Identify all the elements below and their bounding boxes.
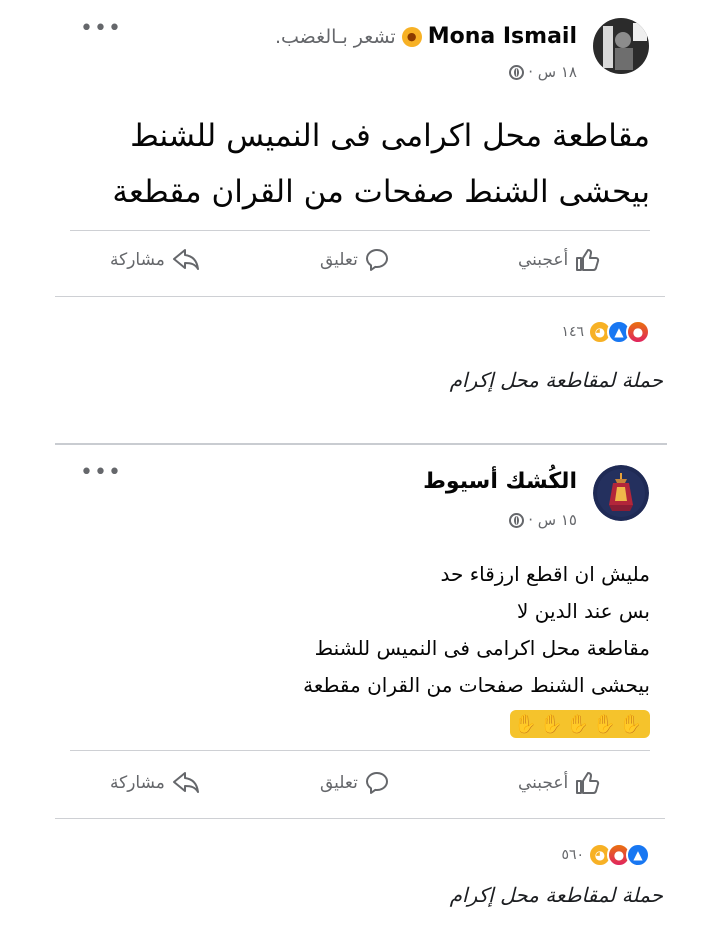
divider bbox=[70, 750, 650, 751]
more-options-icon[interactable]: ••• bbox=[80, 462, 122, 484]
comment-button[interactable]: تعليق bbox=[320, 247, 390, 273]
share-button[interactable]: مشاركة bbox=[110, 770, 201, 796]
post-line: مليش ان اقطع ارزقاء حد bbox=[440, 562, 650, 586]
author-name[interactable]: الكُشك أسيوط bbox=[423, 469, 577, 494]
post-line: مقاطعة محل اكرامى فى النميس للشنط bbox=[314, 636, 650, 660]
share-button[interactable]: مشاركة bbox=[110, 247, 201, 273]
globe-icon bbox=[509, 64, 525, 80]
divider bbox=[55, 818, 665, 819]
share-icon bbox=[172, 249, 199, 270]
caption-text: حملة لمقاطعة محل إكرام bbox=[449, 883, 663, 907]
angry-emoji-icon: ● bbox=[401, 26, 422, 47]
post-text: مليش ان اقطع ارزقاء حد بس عند الدين لا م… bbox=[50, 556, 650, 704]
author-name[interactable]: Mona Ismail bbox=[428, 24, 577, 49]
like-button[interactable]: أعجبني bbox=[518, 247, 600, 273]
reactions-summary[interactable]: ٥٦٠ ◕ ● ▲ bbox=[561, 843, 650, 867]
share-label: مشاركة bbox=[110, 773, 165, 793]
avatar[interactable] bbox=[593, 18, 649, 74]
feeling-text: تشعر بـالغضب. bbox=[274, 25, 396, 48]
reaction-count: ١٤٦ bbox=[561, 324, 584, 340]
comment-button[interactable]: تعليق bbox=[320, 770, 390, 796]
thumbs-up-icon bbox=[576, 249, 600, 271]
post-line: بس عند الدين لا bbox=[517, 599, 650, 623]
caption-text: حملة لمقاطعة محل إكرام bbox=[449, 368, 663, 392]
lantern-logo-icon bbox=[593, 465, 649, 521]
reaction-count: ٥٦٠ bbox=[561, 847, 584, 863]
comment-label: تعليق bbox=[320, 250, 358, 270]
divider bbox=[70, 230, 650, 231]
like-reaction-icon: ▲ bbox=[626, 843, 650, 867]
like-button[interactable]: أعجبني bbox=[518, 770, 600, 796]
post-line: بيحشى الشنط صفحات من القران مقطعة bbox=[112, 174, 650, 210]
post-line: مقاطعة محل اكرامى فى النميس للشنط bbox=[130, 118, 650, 154]
comment-icon bbox=[365, 249, 388, 271]
raised-hand-icon: ✋✋✋✋✋ bbox=[509, 710, 650, 738]
reactions-summary[interactable]: ١٤٦ ◕ ▲ ● bbox=[561, 320, 650, 344]
raised-hands-emoji: ✋✋✋✋✋ bbox=[509, 710, 650, 738]
share-icon bbox=[172, 772, 199, 793]
post-text: مقاطعة محل اكرامى فى النميس للشنط بيحشى … bbox=[50, 108, 650, 220]
post-time[interactable]: ١٥ س · bbox=[528, 511, 577, 529]
share-label: مشاركة bbox=[110, 250, 165, 270]
like-label: أعجبني bbox=[518, 250, 569, 270]
like-label: أعجبني bbox=[518, 773, 569, 793]
angry-reaction-icon: ● bbox=[626, 320, 650, 344]
post-separator bbox=[55, 443, 667, 445]
divider bbox=[55, 296, 665, 297]
avatar-image bbox=[593, 18, 649, 74]
post-time[interactable]: ١٨ س · bbox=[528, 63, 577, 81]
more-options-icon[interactable]: ••• bbox=[80, 18, 122, 40]
post-line: بيحشى الشنط صفحات من القران مقطعة bbox=[303, 673, 650, 697]
thumbs-up-icon bbox=[576, 772, 600, 794]
comment-label: تعليق bbox=[320, 773, 358, 793]
comment-icon bbox=[365, 772, 388, 794]
globe-icon bbox=[509, 512, 525, 528]
avatar[interactable] bbox=[593, 465, 649, 521]
